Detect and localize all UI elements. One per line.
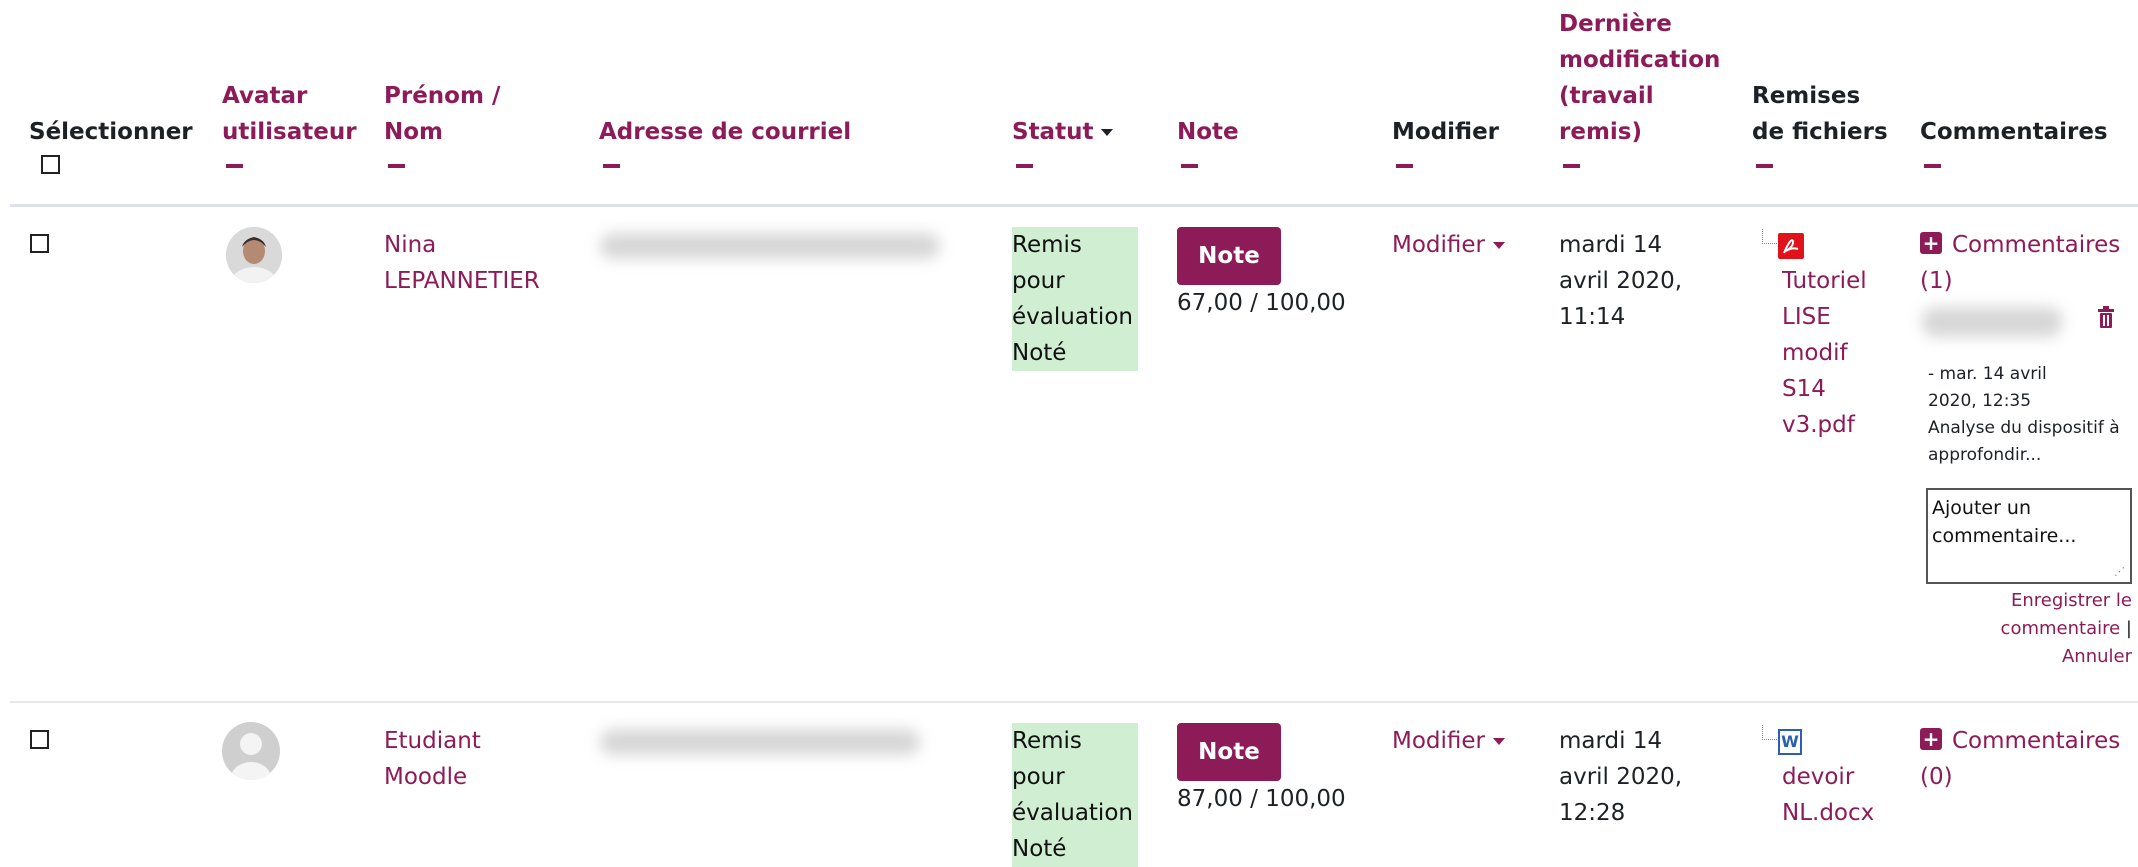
comment-text: Analyse du dispositif à approfondir... (1928, 418, 2120, 465)
table-row: Nina LEPANNETIER Remis pour évaluation N… (0, 207, 2138, 701)
table-row: Etudiant Moodle Remis pour évaluation No… (0, 703, 2138, 867)
header-lastmod-line3[interactable]: (travail (1559, 78, 1654, 114)
plus-square-icon: + (1920, 728, 1942, 750)
cancel-comment-link[interactable]: Annuler (2001, 643, 2132, 671)
student-first-name[interactable]: Etudiant (384, 723, 481, 759)
trash-icon[interactable] (2096, 305, 2116, 333)
grade-button[interactable]: Note (1177, 723, 1281, 781)
comments-toggle[interactable]: + Commentaires (1920, 227, 2138, 263)
header-lastmod-line4[interactable]: remis) (1559, 114, 1642, 150)
resize-handle-icon[interactable]: ⋰ (2114, 565, 2125, 578)
comments-count[interactable]: (1) (1920, 263, 1953, 299)
comments-count[interactable]: (0) (1920, 759, 1953, 795)
header-name-line2[interactable]: Nom (384, 114, 443, 150)
comments-toggle[interactable]: + Commentaires (1920, 723, 2138, 759)
plus-square-icon: + (1920, 232, 1942, 254)
row-select-checkbox[interactable] (30, 234, 49, 253)
collapse-email-icon[interactable] (603, 164, 620, 168)
status-badge: Remis pour évaluation Noté (1012, 227, 1138, 371)
header-grade[interactable]: Note (1177, 114, 1239, 150)
save-comment-link-line2[interactable]: commentaire (2001, 618, 2121, 639)
file-link[interactable]: devoir NL.docx (1782, 759, 1874, 831)
header-edit: Modifier (1392, 119, 1500, 145)
chevron-down-icon (1493, 738, 1505, 745)
collapse-status-icon[interactable] (1016, 164, 1033, 168)
save-comment-link-line1[interactable]: Enregistrer le (2001, 587, 2132, 615)
edit-menu[interactable]: Modifier (1392, 227, 1505, 263)
comment-date: - mar. 14 avril 2020, 12:35 (1928, 364, 2047, 411)
collapse-avatar-icon[interactable] (226, 164, 243, 168)
email-redacted (600, 729, 920, 755)
header-row: Sélectionner Avatar utilisateur Prénom /… (0, 0, 2138, 205)
avatar (222, 722, 280, 780)
status-badge: Remis pour évaluation Noté (1012, 723, 1138, 867)
collapse-grade-icon[interactable] (1181, 164, 1198, 168)
header-files-line2: de fichiers (1752, 119, 1888, 145)
row-select-checkbox[interactable] (30, 730, 49, 749)
collapse-files-icon[interactable] (1756, 164, 1773, 168)
header-comments: Commentaires (1920, 119, 2108, 145)
header-name-line1[interactable]: Prénom / (384, 78, 500, 114)
email-redacted (600, 233, 940, 259)
grade-value: 67,00 / 100,00 (1177, 290, 1346, 316)
collapse-edit-icon[interactable] (1396, 164, 1413, 168)
sort-desc-icon (1101, 129, 1114, 136)
word-icon: W (1778, 729, 1802, 755)
header-status[interactable]: Statut (1012, 114, 1114, 150)
file-link[interactable]: Tutoriel LISE modif S14 v3.pdf (1782, 263, 1867, 443)
select-all-checkbox[interactable] (41, 155, 60, 174)
student-last-name[interactable]: LEPANNETIER (384, 263, 540, 299)
grade-button[interactable]: Note (1177, 227, 1281, 285)
header-lastmod-line1[interactable]: Dernière (1559, 6, 1672, 42)
comment-input[interactable]: Ajouter un commentaire... (1926, 488, 2132, 584)
last-modified: mardi 14 avril 2020, 11:14 (1559, 232, 1683, 330)
student-last-name[interactable]: Moodle (384, 759, 467, 795)
header-files-line1: Remises (1752, 83, 1861, 109)
pdf-icon (1778, 233, 1804, 259)
header-avatar-line1[interactable]: Avatar (222, 78, 307, 114)
collapse-name-icon[interactable] (388, 164, 405, 168)
collapse-lastmod-icon[interactable] (1563, 164, 1580, 168)
comment-actions: Enregistrer le commentaire | Annuler (2001, 587, 2132, 671)
chevron-down-icon (1493, 242, 1505, 249)
header-select: Sélectionner (29, 119, 193, 145)
commenter-redacted (1922, 307, 2062, 337)
tree-connector (1762, 725, 1777, 740)
student-first-name[interactable]: Nina (384, 227, 436, 263)
last-modified: mardi 14 avril 2020, 12:28 (1559, 728, 1683, 826)
collapse-comments-icon[interactable] (1924, 164, 1941, 168)
avatar (226, 227, 282, 283)
tree-connector (1762, 229, 1777, 244)
grade-value: 87,00 / 100,00 (1177, 786, 1346, 812)
edit-menu[interactable]: Modifier (1392, 723, 1505, 759)
header-avatar-line2[interactable]: utilisateur (222, 114, 357, 150)
header-email[interactable]: Adresse de courriel (599, 114, 851, 150)
separator: | (2125, 618, 2132, 639)
header-lastmod-line2[interactable]: modification (1559, 42, 1720, 78)
